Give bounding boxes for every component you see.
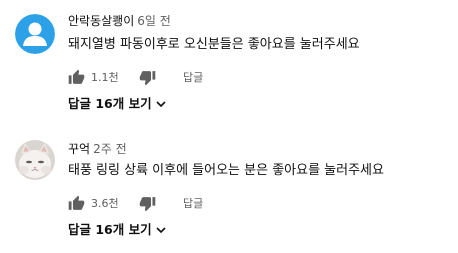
- like-count: 3.6천: [91, 197, 119, 210]
- cat-photo-icon: [15, 140, 55, 180]
- view-replies-button[interactable]: 답글 16개 보기: [68, 220, 167, 240]
- comment-actions: 1.1천 답글: [68, 68, 268, 88]
- author-name[interactable]: 안락동살쾡이: [68, 14, 134, 28]
- view-replies-label: 답글 16개 보기: [68, 222, 152, 237]
- chevron-down-icon: [156, 226, 166, 233]
- thumbs-up-icon[interactable]: [68, 195, 85, 212]
- thumbs-down-icon[interactable]: [139, 195, 156, 212]
- comment-thread-2: 꾸억 2주 전 태풍 링링 상륙 이후에 들어오는 분은 좋아요를 눌러주세요 3…: [0, 126, 458, 253]
- comment-header: 꾸억 2주 전: [68, 141, 127, 157]
- author-name[interactable]: 꾸억: [68, 142, 90, 156]
- default-avatar-icon: [15, 14, 55, 54]
- like-count: 1.1천: [91, 71, 119, 84]
- comment-text: 태풍 링링 상륙 이후에 들어오는 분은 좋아요를 눌러주세요: [68, 163, 384, 178]
- avatar[interactable]: [15, 14, 55, 54]
- thumbs-up-icon[interactable]: [68, 69, 85, 86]
- comment-actions: 3.6천 답글: [68, 194, 268, 214]
- thumbs-down-icon[interactable]: [139, 69, 156, 86]
- chevron-down-icon: [156, 100, 166, 107]
- reply-button[interactable]: 답글: [183, 196, 203, 212]
- avatar[interactable]: [15, 140, 55, 180]
- reply-button[interactable]: 답글: [183, 70, 203, 86]
- comment-time[interactable]: 6일 전: [137, 14, 171, 28]
- view-replies-button[interactable]: 답글 16개 보기: [68, 94, 167, 114]
- comment-thread-1: 안락동살쾡이 6일 전 돼지열병 파동이후로 오신분들은 좋아요를 눌러주세요 1…: [0, 0, 458, 126]
- comment-header: 안락동살쾡이 6일 전: [68, 13, 171, 29]
- comment-text: 돼지열병 파동이후로 오신분들은 좋아요를 눌러주세요: [68, 37, 360, 52]
- view-replies-label: 답글 16개 보기: [68, 96, 152, 111]
- comment-time[interactable]: 2주 전: [93, 142, 127, 156]
